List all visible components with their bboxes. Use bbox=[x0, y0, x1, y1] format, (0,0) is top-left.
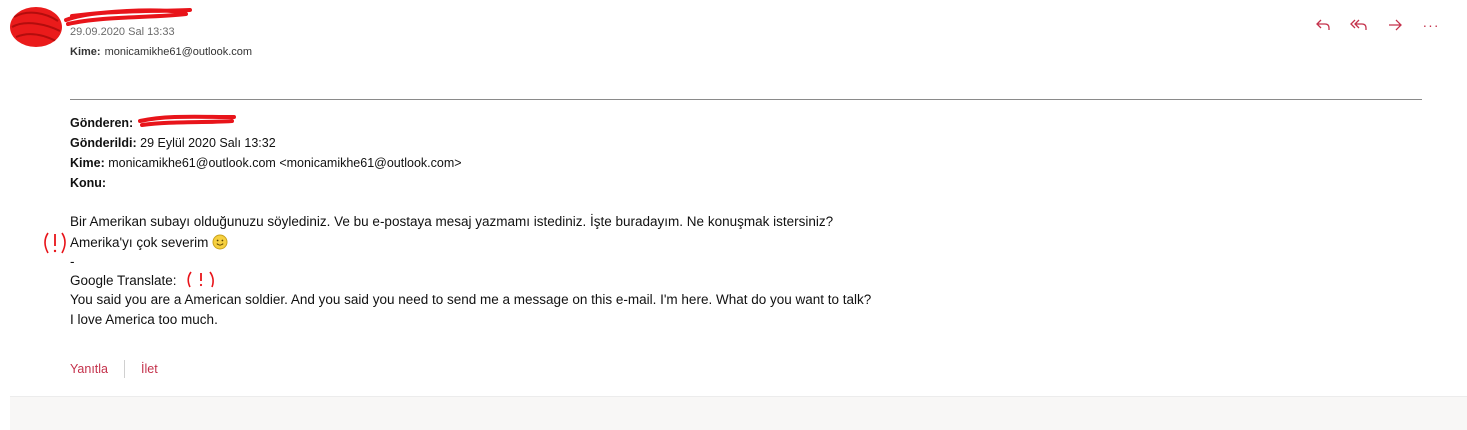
body-line: - bbox=[70, 254, 75, 269]
handwritten-exclamation-mark bbox=[187, 271, 214, 288]
handwritten-exclamation-mark bbox=[44, 232, 66, 254]
body-line: Google Translate: bbox=[70, 273, 177, 288]
from-label: Gönderen: bbox=[70, 116, 134, 130]
smiley-emoji-icon bbox=[212, 234, 228, 250]
reply-all-icon[interactable] bbox=[1341, 14, 1377, 36]
fwd-to-label: Kime: bbox=[70, 156, 105, 170]
footer-separator bbox=[124, 360, 125, 378]
redaction-scribble bbox=[138, 114, 236, 127]
body-text: Amerika'yı çok severim bbox=[70, 235, 209, 250]
more-icon[interactable]: ··· bbox=[1413, 14, 1449, 36]
message-footer-actions: Yanıtla İlet bbox=[70, 360, 158, 378]
body-line: You said you are a American soldier. And… bbox=[70, 292, 872, 307]
sent-label: Gönderildi: bbox=[70, 136, 137, 150]
header-divider bbox=[70, 99, 1422, 100]
forward-icon[interactable] bbox=[1377, 14, 1413, 36]
redaction-scribble bbox=[64, 8, 192, 26]
to-label: Kime: bbox=[70, 46, 101, 58]
to-value: monicamikhe61@outlook.com bbox=[104, 46, 253, 58]
forwarded-subject: Konu: bbox=[70, 176, 106, 190]
reply-button[interactable]: Yanıtla bbox=[70, 362, 108, 376]
reading-pane-bottom-bar bbox=[10, 396, 1467, 430]
forwarded-sent: Gönderildi: 29 Eylül 2020 Salı 13:32 bbox=[70, 136, 276, 150]
message-toolbar: ··· bbox=[1305, 14, 1449, 36]
more-glyph: ··· bbox=[1422, 17, 1440, 33]
sent-value: 29 Eylül 2020 Salı 13:32 bbox=[140, 136, 276, 150]
body-line: Bir Amerikan subayı olduğunuzu söyledini… bbox=[70, 214, 834, 229]
body-line: Amerika'yı çok severim bbox=[70, 234, 228, 250]
message-date: 29.09.2020 Sal 13:33 bbox=[70, 26, 175, 38]
forwarded-from: Gönderen: bbox=[70, 116, 133, 130]
avatar bbox=[10, 7, 62, 47]
forward-button[interactable]: İlet bbox=[141, 362, 158, 376]
message-recipient: Kime: monicamikhe61@outlook.com bbox=[70, 46, 252, 58]
fwd-to-value: monicamikhe61@outlook.com <monicamikhe61… bbox=[108, 156, 462, 170]
body-line: I love America too much. bbox=[70, 312, 218, 327]
subject-label: Konu: bbox=[70, 176, 107, 190]
reply-icon[interactable] bbox=[1305, 14, 1341, 36]
forwarded-to: Kime: monicamikhe61@outlook.com <monicam… bbox=[70, 156, 462, 170]
